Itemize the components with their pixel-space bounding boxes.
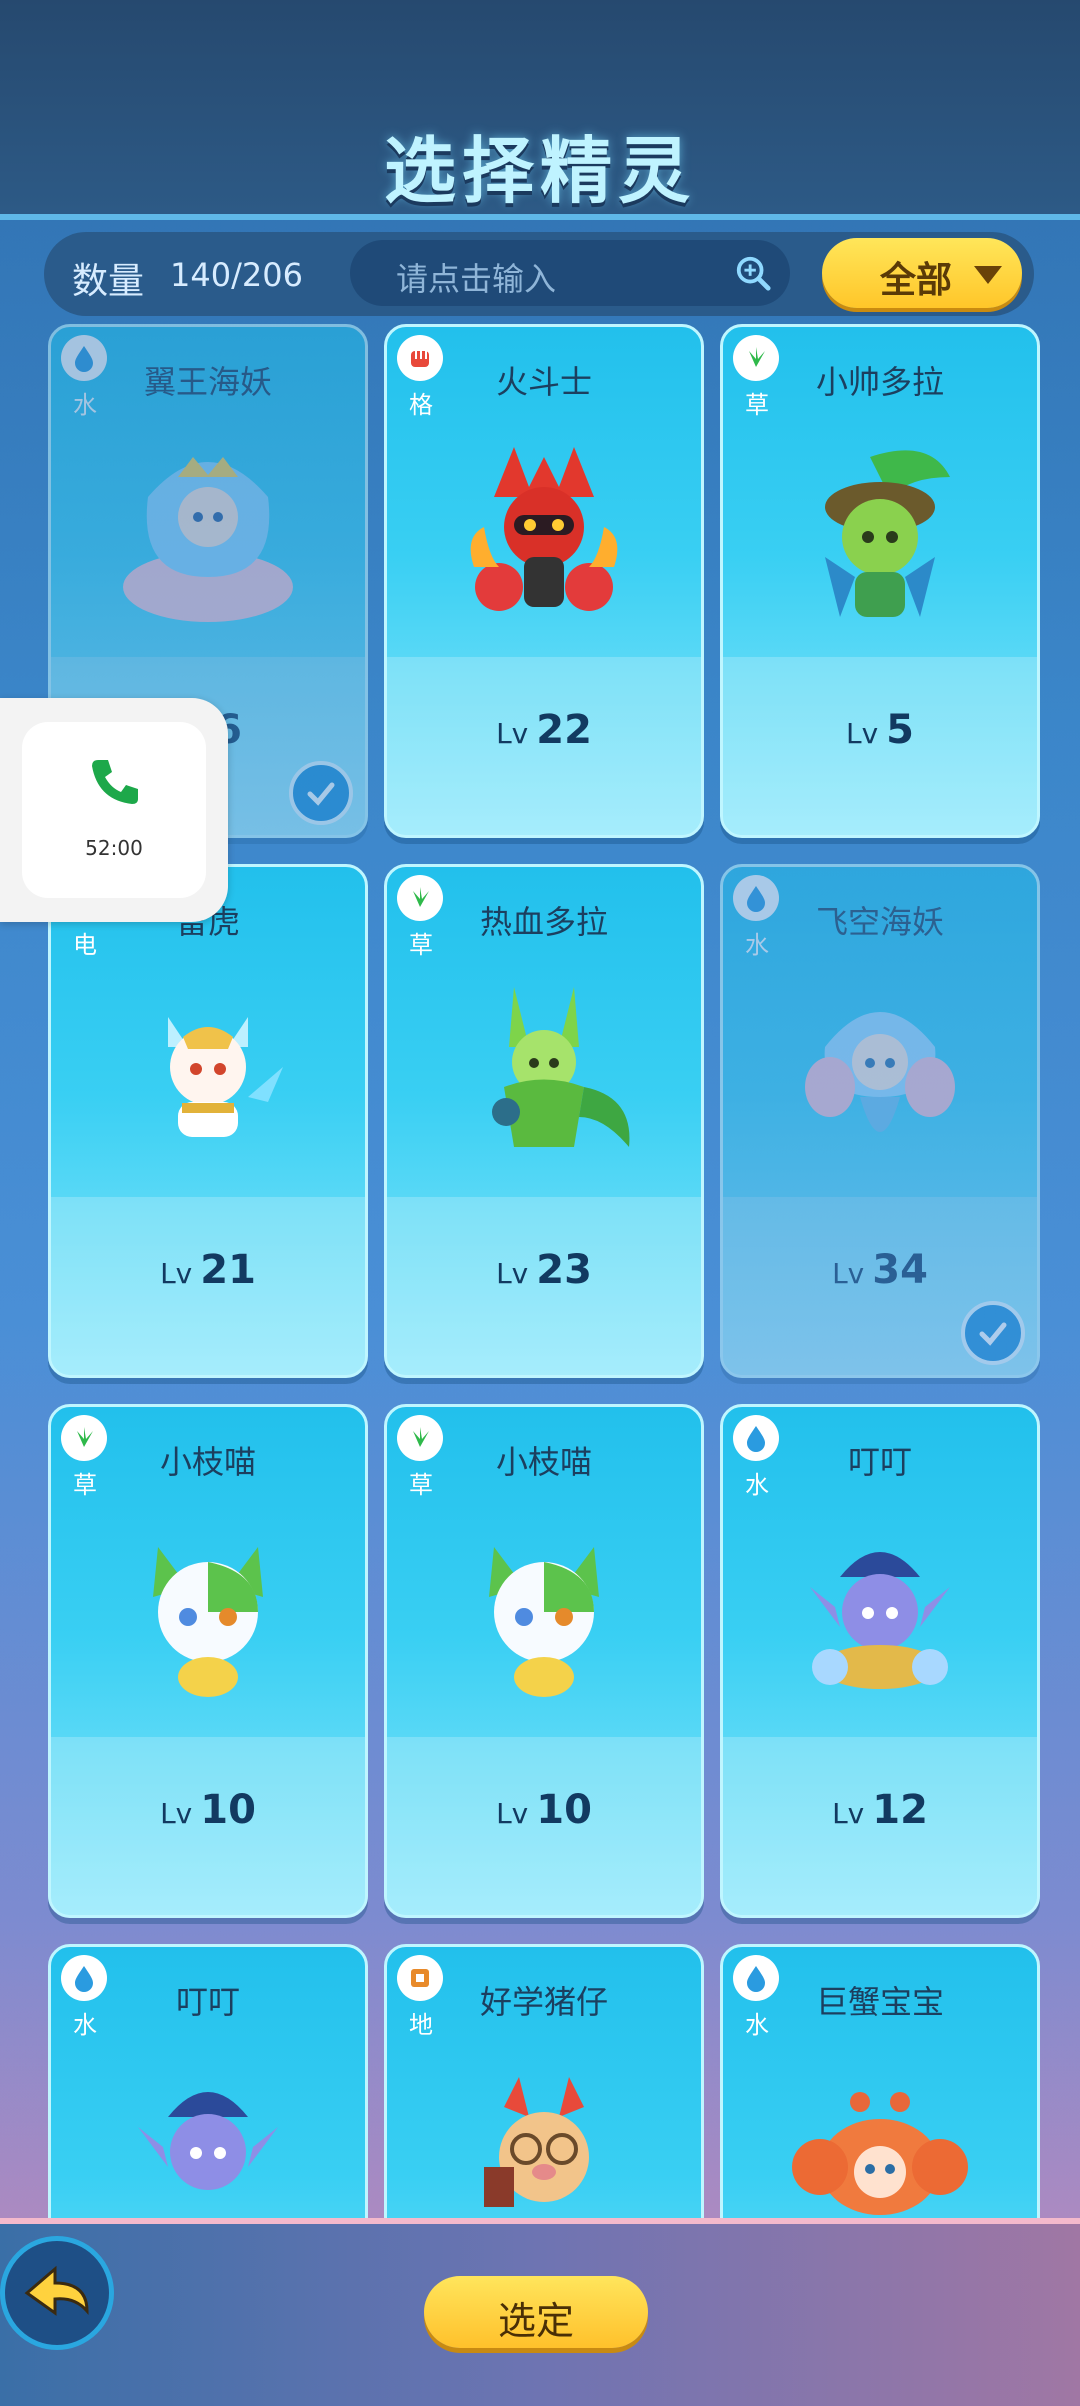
flying-siren-creature-icon [805,1012,955,1132]
back-button[interactable] [0,2236,114,2350]
level-display: Lv 23 [387,1247,701,1293]
level-label: Lv [832,1797,865,1830]
call-timer: 52:00 [85,836,143,860]
creature-card[interactable]: 水 飞空海妖 Lv 34 [720,864,1040,1378]
leaf-dora-creature-icon [825,450,950,617]
count-label: 数量 [72,261,145,302]
creature-name: 好学猪仔 [479,1983,608,2021]
creature-name: 小枝喵 [159,1443,256,1481]
level-label: Lv [832,1257,865,1290]
level-display: Lv 10 [387,1787,701,1833]
level-value: 34 [872,1247,928,1293]
filter-bar: 数量 140/206 请点击输入 全部 [44,232,1034,316]
level-display: Lv 34 [723,1247,1037,1293]
level-value: 12 [872,1787,928,1833]
creature-name: 小帅多拉 [815,363,944,401]
level-value: 23 [536,1247,592,1293]
level-display: Lv 21 [51,1247,365,1293]
creature-card[interactable]: 水 叮叮 [48,1944,368,2218]
studious-piglet-creature-icon [484,2077,589,2207]
creature-name: 叮叮 [175,1983,240,2021]
level-label: Lv [496,717,529,750]
zoom-search-icon[interactable] [734,254,772,292]
level-label: Lv [160,1797,193,1830]
twig-cat-creature-icon [489,1547,599,1697]
count-value: 140/206 [170,256,303,294]
creature-name: 翼王海妖 [143,363,272,401]
level-label: Lv [496,1797,529,1830]
twig-cat-creature-icon [153,1547,263,1697]
creature-name: 火斗士 [495,363,592,401]
hot-blood-dora-creature-icon [492,987,630,1147]
bottom-bar: 选定 [0,2218,1080,2406]
filter-label: 全部 [880,260,953,301]
checkmark-icon [961,1301,1025,1365]
fire-fighter-creature-icon [470,447,618,611]
creature-name: 叮叮 [847,1443,912,1481]
crab-baby-creature-icon [792,2092,968,2215]
creature-name: 飞空海妖 [815,903,944,941]
level-value: 10 [536,1787,592,1833]
creature-card[interactable]: 格 火斗士 Lv 22 [384,324,704,838]
page-title: 选择精灵 [383,129,696,213]
creature-name: 巨蟹宝宝 [815,1983,944,2021]
creature-name: 热血多拉 [479,903,608,941]
level-value: 10 [200,1787,256,1833]
level-display: Lv 12 [723,1787,1037,1833]
level-value: 21 [200,1247,256,1293]
search-placeholder: 请点击输入 [396,260,557,298]
creature-card[interactable]: 水 巨蟹宝宝 [720,1944,1040,2218]
thunder-tiger-creature-icon [168,1017,283,1137]
creature-card[interactable]: 草 小枝喵 Lv 10 [48,1404,368,1918]
call-card[interactable]: 52:00 [22,722,206,898]
phone-icon [92,760,138,804]
checkmark-icon [289,761,353,825]
confirm-button[interactable]: 选定 [424,2276,648,2348]
dingding-creature-icon [138,2092,278,2190]
filter-dropdown[interactable]: 全部 [822,238,1022,308]
creature-card[interactable]: 草 小帅多拉 Lv 5 [720,324,1040,838]
creature-card[interactable]: 电 雷虎 Lv 21 [48,864,368,1378]
level-label: Lv [845,717,879,750]
level-value: 22 [536,707,592,753]
level-display: Lv 10 [51,1787,365,1833]
level-label: Lv [496,1257,529,1290]
level-value: 5 [886,707,914,753]
creature-grid: 水 翼王海妖 Lv6 格 火斗士 [0,318,1080,2218]
level-label: Lv [160,1257,193,1290]
header-bar: 选择精灵 [0,0,1080,220]
dingding-creature-icon [810,1552,950,1689]
creature-name: 小枝喵 [495,1443,592,1481]
call-floating-widget[interactable]: 52:00 [0,698,228,922]
creature-card[interactable]: 水 叮叮 Lv 12 [720,1404,1040,1918]
confirm-label: 选定 [497,2299,574,2343]
creature-card[interactable]: 草 小枝喵 Lv 10 [384,1404,704,1918]
creature-card[interactable]: 地 好学猪仔 [384,1944,704,2218]
creature-card[interactable]: 草 热血多拉 Lv 23 [384,864,704,1378]
chevron-down-icon [974,266,1002,284]
search-input[interactable]: 请点击输入 [350,240,790,306]
level-display: Lv 5 [723,707,1037,753]
level-display: Lv 22 [387,707,701,753]
sea-siren-creature-icon [123,457,293,622]
back-arrow-icon [24,2265,89,2316]
